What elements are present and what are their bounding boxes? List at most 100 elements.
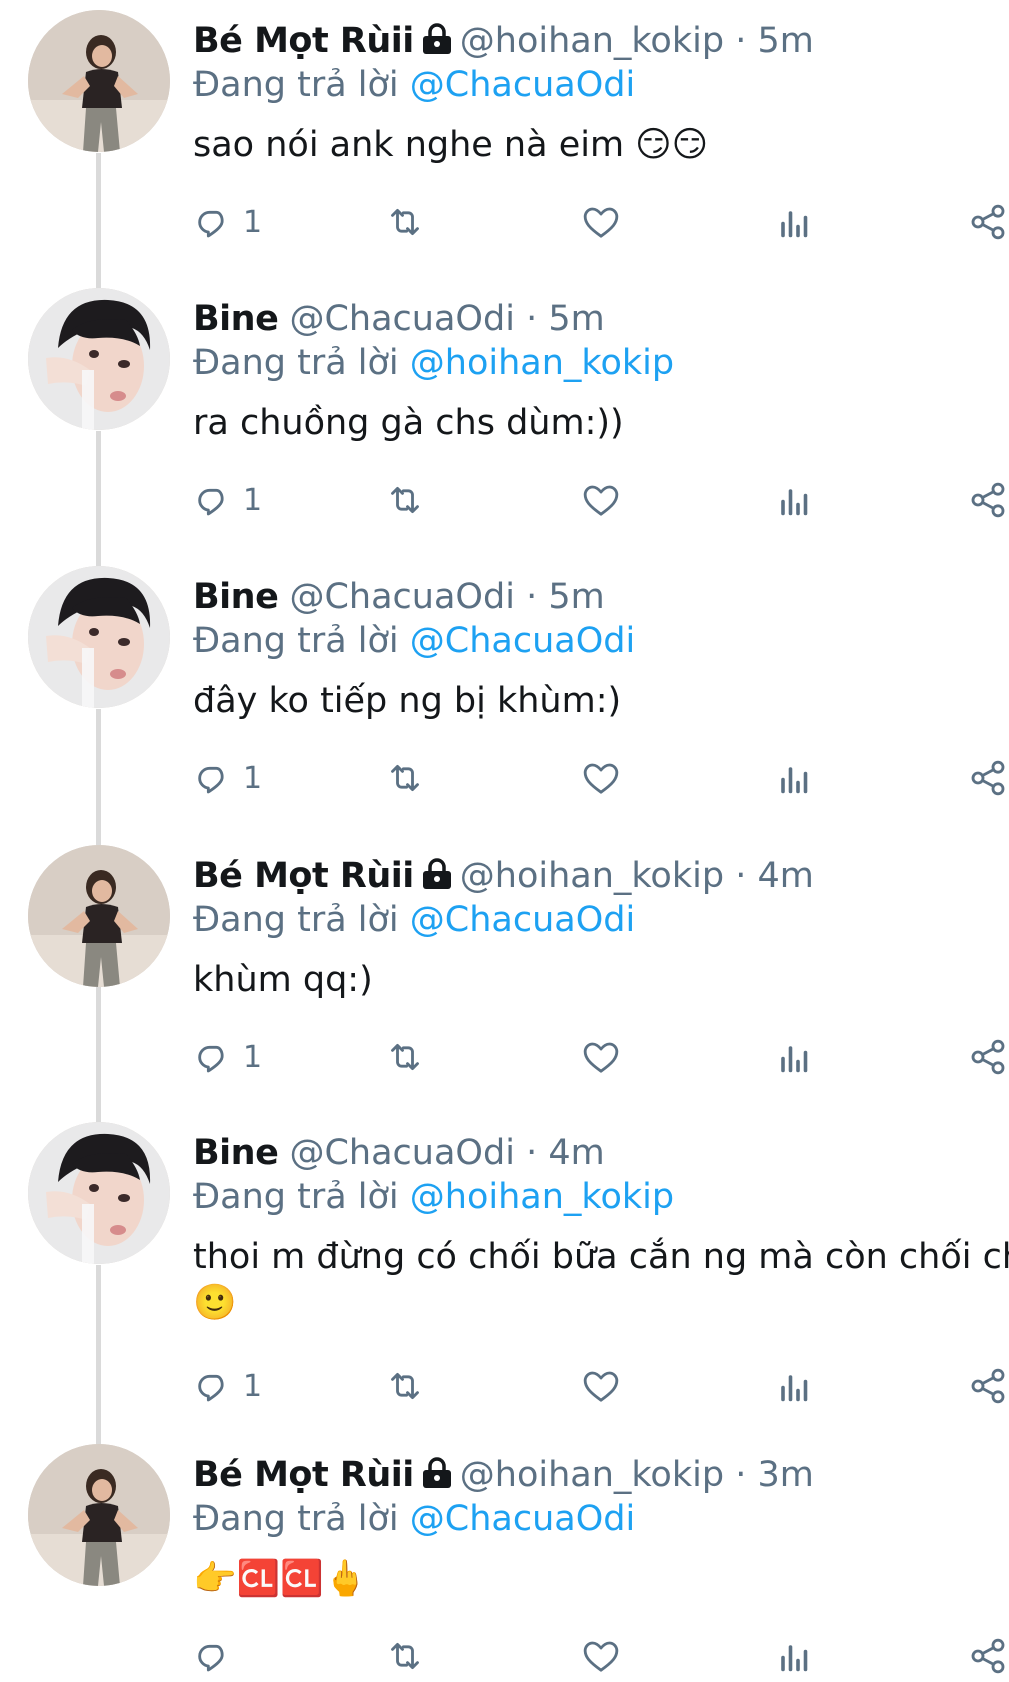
protected-lock-icon (420, 858, 454, 900)
timestamp[interactable]: 4m (757, 856, 813, 896)
tweet-header: Bé Mọt Rùii @hoihan_kokip · 4m (193, 855, 814, 900)
like-button[interactable] (580, 478, 622, 522)
replying-to-mention[interactable]: @ChacuaOdi (410, 900, 635, 940)
user-handle[interactable]: @hoihan_kokip (460, 21, 724, 61)
reply-button[interactable]: 1 (193, 1364, 262, 1408)
display-name[interactable]: Bine (193, 299, 279, 339)
separator: · (735, 21, 747, 61)
replying-to-mention[interactable]: @hoihan_kokip (410, 343, 674, 383)
user-handle[interactable]: @hoihan_kokip (460, 856, 724, 896)
display-name[interactable]: Bé Mọt Rùii (193, 856, 414, 896)
timestamp[interactable]: 5m (757, 21, 813, 61)
protected-lock-icon (420, 23, 454, 65)
like-button[interactable] (580, 1035, 622, 1079)
share-button[interactable] (967, 200, 1009, 244)
reply-button[interactable]: 1 (193, 478, 262, 522)
share-button[interactable] (967, 1634, 1009, 1678)
retweet-icon (383, 202, 427, 242)
share-button[interactable] (967, 478, 1009, 522)
analytics-button[interactable] (777, 756, 813, 800)
analytics-button[interactable] (777, 478, 813, 522)
reply-button[interactable]: 1 (193, 756, 262, 800)
timestamp[interactable]: 3m (757, 1455, 813, 1495)
retweet-icon (383, 1366, 427, 1406)
retweet-button[interactable] (383, 756, 427, 800)
avatar[interactable] (28, 1444, 170, 1586)
timestamp[interactable]: 5m (548, 577, 604, 617)
retweet-button[interactable] (383, 1364, 427, 1408)
reply-button[interactable]: 1 (193, 1035, 262, 1079)
heart-icon (580, 480, 622, 520)
tweet-actions: 1 (193, 1035, 1009, 1079)
retweet-button[interactable] (383, 1634, 427, 1678)
tweet-text: sao nói ank nghe nà eim 😏😏 (193, 125, 709, 165)
like-button[interactable] (580, 200, 622, 244)
like-button[interactable] (580, 1634, 622, 1678)
replying-to-mention[interactable]: @ChacuaOdi (410, 621, 635, 661)
retweet-button[interactable] (383, 1035, 427, 1079)
separator: · (526, 1133, 538, 1173)
share-button[interactable] (967, 1035, 1009, 1079)
tweet-actions (193, 1634, 1009, 1678)
analytics-button[interactable] (777, 1035, 813, 1079)
tweet-text: khùm qq:) (193, 960, 373, 1000)
replying-to-label: Đang trả lời (193, 900, 399, 940)
user-handle[interactable]: @hoihan_kokip (460, 1455, 724, 1495)
avatar[interactable] (28, 845, 170, 987)
tweet-header: Bine @ChacuaOdi · 4m (193, 1132, 605, 1174)
display-name[interactable]: Bine (193, 577, 279, 617)
heart-icon (580, 1366, 622, 1406)
replying-to-label: Đang trả lời (193, 65, 399, 105)
analytics-button[interactable] (777, 1634, 813, 1678)
share-button[interactable] (967, 756, 1009, 800)
avatar[interactable] (28, 566, 170, 708)
reply-icon (193, 1366, 233, 1406)
share-icon (967, 758, 1009, 798)
reply-button[interactable] (193, 1634, 243, 1678)
user-handle[interactable]: @ChacuaOdi (289, 1133, 514, 1173)
avatar[interactable] (28, 288, 170, 430)
analytics-icon (777, 1636, 813, 1676)
share-icon (967, 1037, 1009, 1077)
thread-connector-line (96, 709, 101, 845)
tweet-actions: 1 (193, 200, 1009, 244)
analytics-button[interactable] (777, 200, 813, 244)
display-name[interactable]: Bé Mọt Rùii (193, 21, 414, 61)
heart-icon (580, 1037, 622, 1077)
avatar[interactable] (28, 1122, 170, 1264)
tweet-header: Bé Mọt Rùii @hoihan_kokip · 5m (193, 20, 814, 65)
replying-to: Đang trả lời @ChacuaOdi (193, 899, 635, 941)
display-name[interactable]: Bine (193, 1133, 279, 1173)
like-button[interactable] (580, 756, 622, 800)
analytics-icon (777, 202, 813, 242)
separator: · (735, 1455, 747, 1495)
replying-to-label: Đang trả lời (193, 1499, 399, 1539)
replying-to: Đang trả lời @ChacuaOdi (193, 620, 635, 662)
retweet-button[interactable] (383, 200, 427, 244)
reply-icon (193, 480, 233, 520)
timestamp[interactable]: 5m (548, 299, 604, 339)
replying-to-mention[interactable]: @ChacuaOdi (410, 65, 635, 105)
tweet-text: 👉🆑🆑🖕 (193, 1559, 368, 1599)
like-button[interactable] (580, 1364, 622, 1408)
timestamp[interactable]: 4m (548, 1133, 604, 1173)
replying-to-mention[interactable]: @hoihan_kokip (410, 1177, 674, 1217)
separator: · (526, 577, 538, 617)
share-icon (967, 1366, 1009, 1406)
retweet-icon (383, 758, 427, 798)
user-handle[interactable]: @ChacuaOdi (289, 299, 514, 339)
thread-connector-line (96, 1265, 101, 1444)
tweet-text: đây ko tiếp ng bị khùm:) (193, 681, 622, 721)
separator: · (735, 856, 747, 896)
reply-count: 1 (243, 1039, 263, 1075)
tweet-header: Bé Mọt Rùii @hoihan_kokip · 3m (193, 1454, 814, 1499)
reply-button[interactable]: 1 (193, 200, 262, 244)
avatar[interactable] (28, 10, 170, 152)
replying-to-mention[interactable]: @ChacuaOdi (410, 1499, 635, 1539)
share-button[interactable] (967, 1364, 1009, 1408)
retweet-button[interactable] (383, 478, 427, 522)
user-handle[interactable]: @ChacuaOdi (289, 577, 514, 617)
analytics-button[interactable] (777, 1364, 813, 1408)
display-name[interactable]: Bé Mọt Rùii (193, 1455, 414, 1495)
reply-icon (193, 1636, 233, 1676)
